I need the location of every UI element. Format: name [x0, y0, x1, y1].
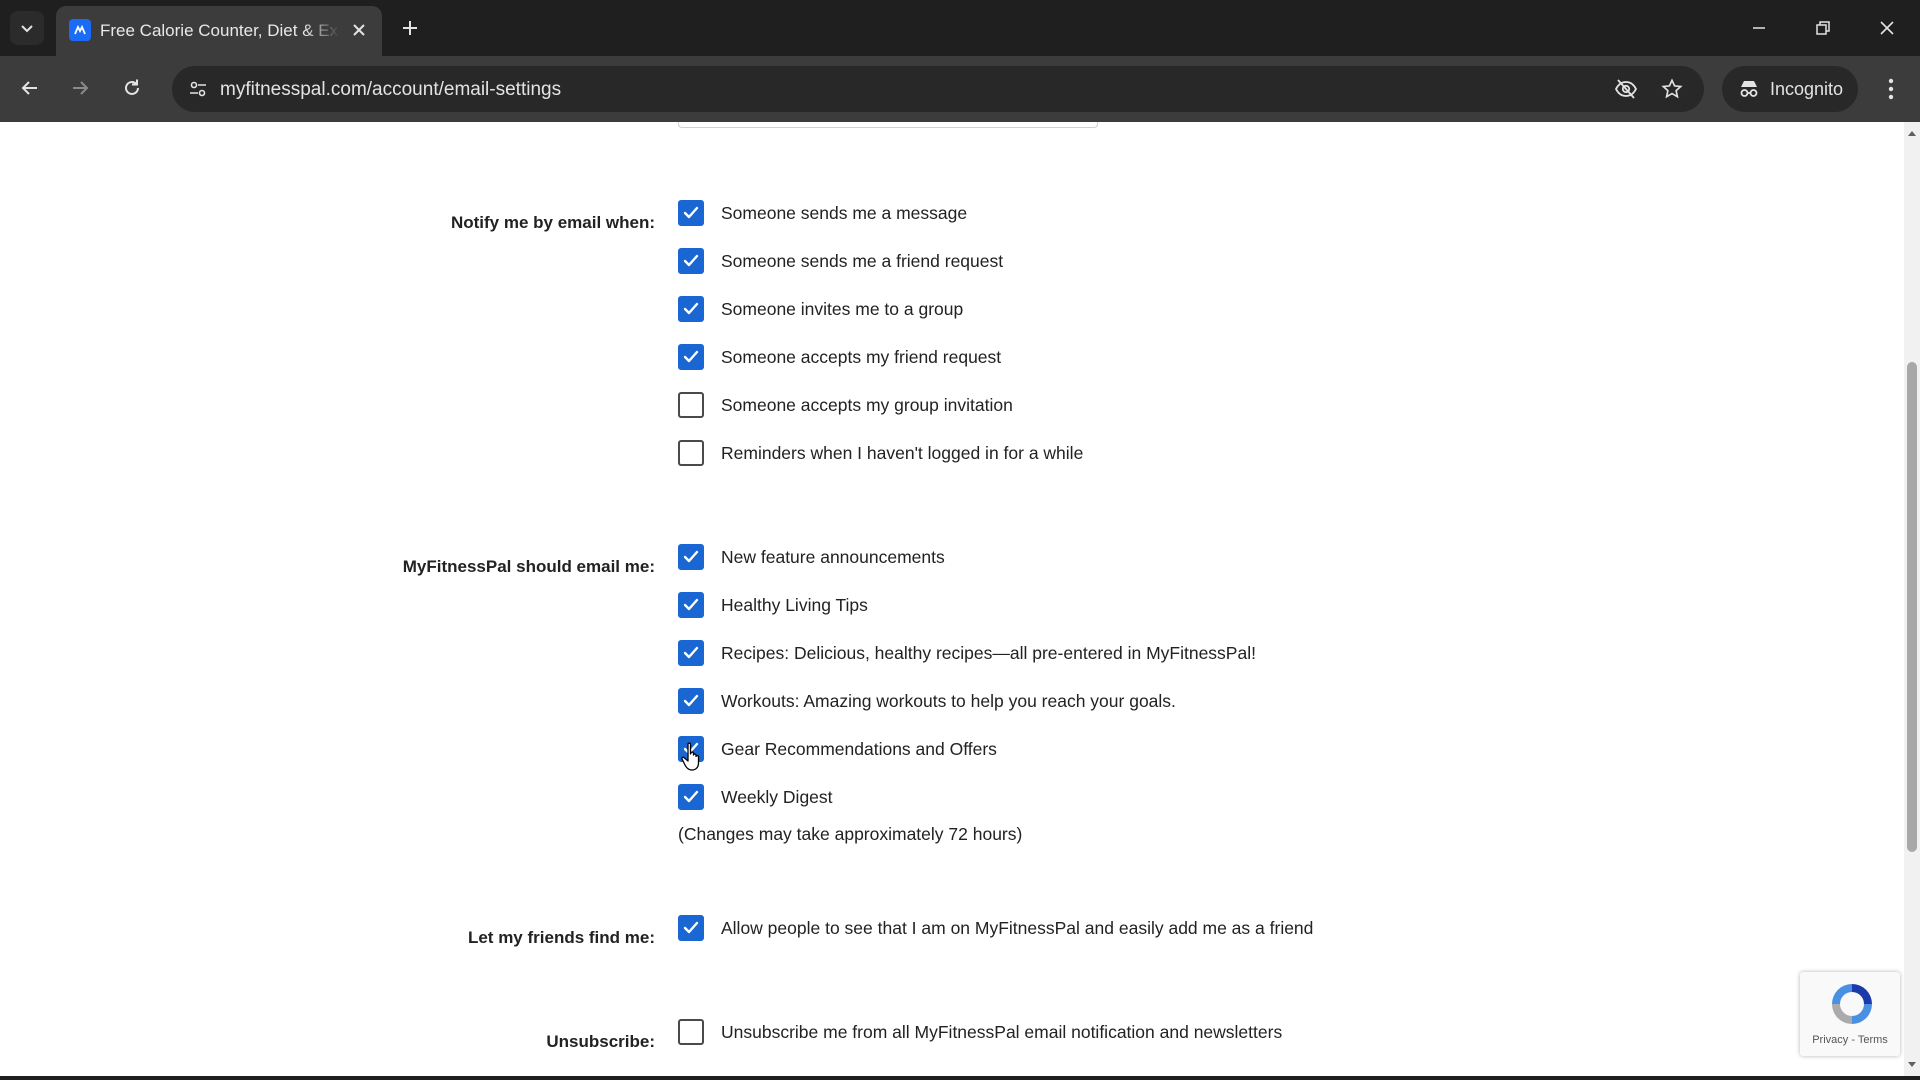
scroll-up-arrow-icon[interactable] — [1907, 128, 1917, 138]
tracking-protection-eye-off-icon[interactable] — [1610, 73, 1642, 105]
browser-tab-active[interactable]: Free Calorie Counter, Diet & Exercise Jo… — [56, 6, 382, 56]
checkbox[interactable] — [678, 592, 704, 618]
checkbox-option[interactable]: Someone sends me a friend request — [678, 246, 1003, 276]
checkbox[interactable] — [678, 200, 704, 226]
checkbox-label: Healthy Living Tips — [721, 594, 868, 615]
checkbox[interactable] — [678, 544, 704, 570]
checkbox[interactable] — [678, 344, 704, 370]
checkbox-label: Recipes: Delicious, healthy recipes—all … — [721, 642, 1256, 663]
checkmark-icon — [683, 921, 699, 934]
friends-section-label: Let my friends find me: — [467, 928, 655, 947]
close-window-button[interactable] — [1870, 12, 1904, 44]
checkbox-option[interactable]: Healthy Living Tips — [678, 590, 868, 620]
checkbox-option[interactable]: Allow people to see that I am on MyFitne… — [678, 913, 1313, 943]
checkbox[interactable] — [678, 248, 704, 274]
checkmark-icon — [683, 646, 699, 659]
checkbox-label: New feature announcements — [721, 546, 945, 567]
checkbox-label: Weekly Digest — [721, 786, 833, 807]
checkbox-option[interactable]: Recipes: Delicious, healthy recipes—all … — [678, 638, 1256, 668]
incognito-label: Incognito — [1770, 78, 1844, 99]
restore-icon — [1816, 21, 1830, 35]
page-viewport: Notify me by email when: Someone sends m… — [0, 122, 1904, 1076]
checkbox-option[interactable]: Unsubscribe me from all MyFitnessPal ema… — [678, 1017, 1282, 1047]
checkbox-option[interactable]: Someone invites me to a group — [678, 294, 963, 324]
checkbox-option[interactable]: Reminders when I haven't logged in for a… — [678, 438, 1083, 468]
checkbox[interactable] — [678, 440, 704, 466]
hand-cursor-icon — [681, 742, 700, 771]
checkmark-icon — [683, 350, 699, 363]
checkbox-option[interactable]: New feature announcements — [678, 542, 945, 572]
incognito-badge[interactable]: Incognito — [1722, 66, 1858, 112]
checkbox[interactable] — [678, 784, 704, 810]
more-vertical-icon — [1888, 78, 1894, 100]
forward-arrow-icon — [73, 81, 89, 95]
back-button[interactable] — [12, 70, 48, 106]
checkbox[interactable] — [678, 296, 704, 322]
site-settings-icon[interactable] — [182, 73, 214, 105]
checkbox[interactable] — [678, 640, 704, 666]
checkbox-label: Someone accepts my friend request — [721, 346, 1002, 367]
checkbox[interactable] — [678, 915, 704, 941]
checkmark-icon — [683, 254, 699, 267]
checkbox-option[interactable]: Workouts: Amazing workouts to help you r… — [678, 686, 1176, 716]
checkmark-icon — [683, 598, 699, 611]
notify-section-label: Notify me by email when: — [450, 213, 655, 232]
tab-search-button[interactable] — [10, 11, 44, 45]
checkbox-option[interactable]: Someone accepts my group invitation — [678, 390, 1013, 420]
checkbox-label: Someone invites me to a group — [721, 298, 964, 319]
recaptcha-badge[interactable]: Privacy - Terms — [1800, 972, 1900, 1056]
checkbox-label: Gear Recommendations and Offers — [721, 738, 997, 759]
bookmark-star-icon[interactable] — [1656, 73, 1688, 105]
forward-button[interactable] — [62, 70, 98, 106]
checkbox-option[interactable]: Weekly Digest — [678, 782, 833, 812]
mfp-email-section-label: MyFitnessPal should email me: — [402, 557, 655, 576]
window-bottom-edge — [0, 1076, 1920, 1080]
chevron-down-icon — [21, 25, 33, 33]
checkbox-label: Someone accepts my group invitation — [721, 394, 1013, 415]
checkbox-label: Unsubscribe me from all MyFitnessPal ema… — [721, 1021, 1283, 1042]
checkbox-label: Workouts: Amazing workouts to help you r… — [721, 690, 1176, 711]
restore-button[interactable] — [1806, 12, 1840, 44]
browser-tab-bar: Free Calorie Counter, Diet & Exercise Jo… — [0, 0, 1920, 56]
minimize-icon — [1753, 27, 1765, 29]
checkbox-label: Someone sends me a message — [721, 202, 968, 223]
browser-toolbar: myfitnesspal.com/account/email-settings … — [0, 56, 1920, 122]
recaptcha-logo-icon — [1832, 984, 1872, 1024]
address-bar[interactable]: myfitnesspal.com/account/email-settings — [172, 66, 1704, 112]
input-field-remnant[interactable] — [678, 122, 1098, 128]
plus-icon — [403, 21, 417, 35]
checkmark-icon — [683, 694, 699, 707]
checkbox[interactable] — [678, 688, 704, 714]
scrollbar-thumb[interactable] — [1907, 362, 1917, 852]
tab-title: Free Calorie Counter, Diet & Exercise Jo… — [100, 21, 340, 40]
recaptcha-links[interactable]: Privacy - Terms — [1800, 1034, 1900, 1046]
minimize-button[interactable] — [1742, 12, 1776, 44]
page-scrollbar[interactable] — [1904, 122, 1920, 1076]
close-icon — [1880, 21, 1894, 35]
checkmark-icon — [683, 302, 699, 315]
new-tab-button[interactable] — [396, 14, 424, 42]
checkbox-label: Someone sends me a friend request — [721, 250, 1004, 271]
browser-menu-button[interactable] — [1874, 71, 1908, 107]
checkbox-option[interactable]: Someone sends me a message — [678, 198, 967, 228]
checkbox[interactable] — [678, 392, 704, 418]
checkbox-option[interactable]: Gear Recommendations and Offers — [678, 734, 997, 764]
url-text: myfitnesspal.com/account/email-settings — [220, 79, 562, 100]
back-arrow-icon — [21, 81, 37, 95]
incognito-icon — [1740, 81, 1758, 97]
checkbox[interactable] — [678, 1019, 704, 1045]
unsubscribe-section-label: Unsubscribe: — [546, 1032, 655, 1051]
myfitnesspal-favicon-icon — [69, 19, 91, 41]
changes-note: (Changes may take approximately 72 hours… — [678, 824, 1023, 844]
close-tab-icon[interactable] — [348, 19, 370, 41]
checkbox-label: Reminders when I haven't logged in for a… — [721, 442, 1084, 463]
scroll-down-arrow-icon[interactable] — [1907, 1060, 1917, 1070]
checkbox-option[interactable]: Someone accepts my friend request — [678, 342, 1001, 372]
checkmark-icon — [683, 206, 699, 219]
reload-icon — [125, 79, 139, 95]
reload-button[interactable] — [114, 70, 150, 106]
checkmark-icon — [683, 790, 699, 803]
checkbox-label: Allow people to see that I am on MyFitne… — [721, 917, 1314, 938]
checkmark-icon — [683, 550, 699, 563]
